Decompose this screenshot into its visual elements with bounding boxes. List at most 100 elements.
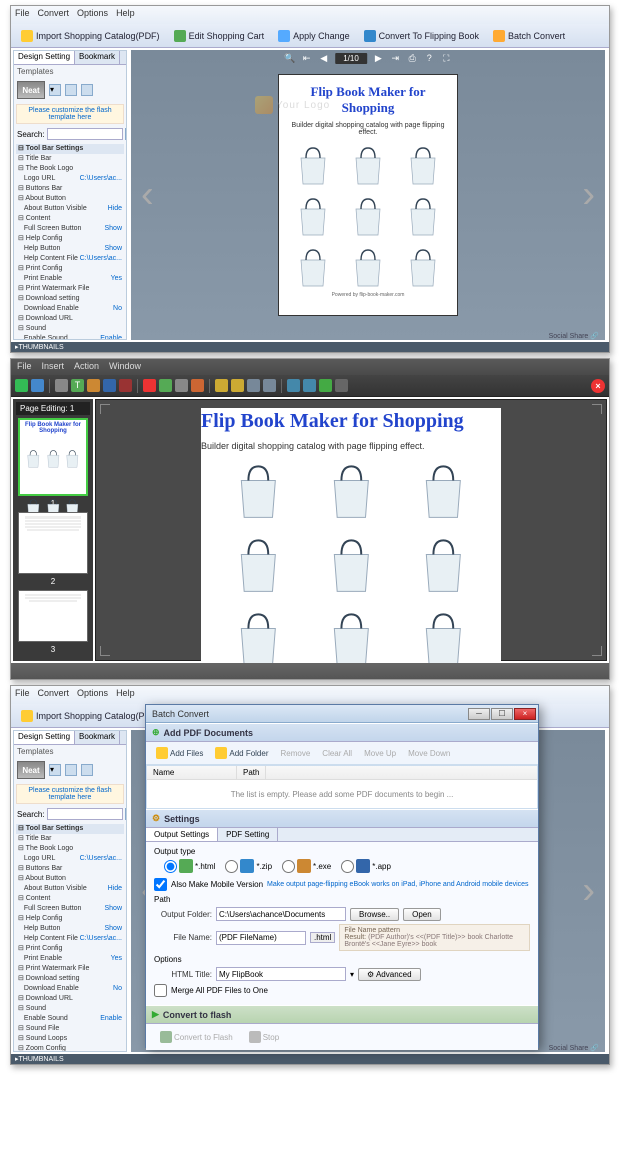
advanced-button[interactable]: ⚙ Advanced [358, 968, 421, 981]
template-selector-3[interactable]: Neat [17, 761, 45, 779]
paste-icon[interactable] [231, 379, 244, 392]
thumb-page-3[interactable] [18, 590, 88, 642]
tab-design[interactable]: Design Setting [14, 51, 75, 64]
template-dropdown-3[interactable]: ▾ [49, 764, 61, 776]
ed-menu-window[interactable]: Window [109, 361, 141, 373]
template-dropdown[interactable]: ▾ [49, 84, 61, 96]
apply-all-icon[interactable] [247, 379, 260, 392]
prev-page-icon[interactable]: ◀ [318, 53, 329, 64]
hotspot-icon[interactable] [119, 379, 132, 392]
nav-next-3[interactable]: › [582, 870, 595, 913]
menu-file[interactable]: File [15, 8, 30, 22]
mobile-checkbox[interactable] [154, 878, 167, 891]
open-button[interactable]: Open [403, 908, 441, 921]
import-button[interactable]: Import Shopping Catalog(PDF) [15, 27, 166, 45]
menu-file-3[interactable]: File [15, 688, 30, 702]
shape-icon[interactable] [103, 379, 116, 392]
social-share-3[interactable]: Social Share 🔗 [549, 1044, 599, 1052]
tab-bookmark-3[interactable]: Bookmark [75, 731, 120, 744]
fullscreen-icon[interactable]: ⛶ [441, 53, 452, 64]
swf-icon[interactable] [159, 379, 172, 392]
nav-prev-arrow[interactable]: ‹ [141, 174, 154, 217]
search-input-3[interactable] [47, 808, 123, 820]
tab-output[interactable]: Output Settings [146, 828, 218, 841]
search-go-icon[interactable] [125, 128, 127, 140]
print-icon[interactable]: ⎙ [407, 53, 418, 64]
output-opt-1[interactable]: *.zip [225, 859, 272, 873]
thumbnail-strip-3[interactable]: ▸ THUMBNAILS [11, 1054, 609, 1064]
first-page-icon[interactable]: ⇤ [301, 53, 312, 64]
video-icon[interactable] [143, 379, 156, 392]
output-opt-2[interactable]: *.exe [282, 859, 331, 873]
batch-button[interactable]: Batch Convert [487, 27, 571, 45]
html-title-input[interactable] [216, 967, 346, 981]
zoom-icon[interactable]: 🔍 [284, 53, 295, 64]
customize-link[interactable]: Please customize the flash template here [16, 104, 124, 124]
settings-tree-3[interactable]: ⊟ Tool Bar Settings⊟ Title Bar⊟ The Book… [14, 822, 126, 1052]
zoom-out-icon[interactable] [303, 379, 316, 392]
filename-input[interactable] [216, 931, 306, 945]
menu-help[interactable]: Help [116, 8, 135, 22]
remove-button[interactable]: Remove [277, 746, 315, 760]
menu-convert-3[interactable]: Convert [38, 688, 70, 702]
convert-flash-button[interactable]: Convert to Flash [156, 1030, 237, 1044]
next-page-icon[interactable]: ▶ [373, 53, 384, 64]
ed-menu-action[interactable]: Action [74, 361, 99, 373]
minimize-icon[interactable]: ─ [468, 708, 490, 720]
thumb-page-2[interactable] [18, 512, 88, 574]
close-editor-icon[interactable]: × [591, 379, 605, 393]
tab-pdf[interactable]: PDF Setting [218, 828, 278, 841]
add-folder-button[interactable]: Add Folder [211, 746, 272, 760]
merge-checkbox[interactable] [154, 984, 167, 997]
copy-icon[interactable] [215, 379, 228, 392]
template-refresh-icon[interactable] [65, 84, 77, 96]
moveup-button[interactable]: Move Up [360, 746, 400, 760]
tab-bookmark[interactable]: Bookmark [75, 51, 120, 64]
menu-help-3[interactable]: Help [116, 688, 135, 702]
import-button-3[interactable]: Import Shopping Catalog(PDF) [15, 707, 166, 725]
button-icon[interactable] [191, 379, 204, 392]
template-save-icon[interactable] [81, 84, 93, 96]
template-selector[interactable]: Neat [17, 81, 45, 99]
ed-menu-insert[interactable]: Insert [42, 361, 65, 373]
menu-options[interactable]: Options [77, 8, 108, 22]
movedown-button[interactable]: Move Down [404, 746, 454, 760]
thumbnail-strip[interactable]: ▸ THUMBNAILS [11, 342, 609, 352]
zoom-in-icon[interactable] [287, 379, 300, 392]
output-folder-input[interactable] [216, 907, 346, 921]
nav-next-arrow[interactable]: › [582, 174, 595, 217]
tab-design-3[interactable]: Design Setting [14, 731, 75, 744]
menu-convert[interactable]: Convert [38, 8, 70, 22]
text-icon[interactable]: T [71, 379, 84, 392]
zoom-fit-icon[interactable] [319, 379, 332, 392]
last-page-icon[interactable]: ⇥ [390, 53, 401, 64]
search-input[interactable] [47, 128, 123, 140]
help-icon[interactable]: ? [424, 53, 435, 64]
customize-link-3[interactable]: Please customize the flash template here [16, 784, 124, 804]
save-exit-icon[interactable] [31, 379, 44, 392]
menu-options-3[interactable]: Options [77, 688, 108, 702]
plus-icon[interactable]: ⊕ [152, 727, 160, 738]
output-opt-0[interactable]: *.html [164, 859, 215, 873]
thumb-page-1[interactable]: Flip Book Maker for Shopping [18, 418, 88, 496]
cart-button[interactable]: Edit Shopping Cart [168, 27, 271, 45]
convert-button[interactable]: Convert To Flipping Book [358, 27, 485, 45]
output-opt-3[interactable]: *.app [341, 859, 391, 873]
clear-button[interactable]: Clear All [318, 746, 356, 760]
settings-tree[interactable]: ⊟ Tool Bar Settings⊟ Title Bar⊟ The Book… [14, 142, 126, 340]
maximize-icon[interactable]: ☐ [491, 708, 513, 720]
image-icon[interactable] [87, 379, 100, 392]
ed-menu-file[interactable]: File [17, 361, 32, 373]
close-icon[interactable]: × [514, 708, 536, 720]
add-files-button[interactable]: Add Files [152, 746, 207, 760]
apply-button[interactable]: Apply Change [272, 27, 356, 45]
delete-icon[interactable] [263, 379, 276, 392]
editor-canvas[interactable]: Flip Book Maker for Shopping Builder dig… [95, 399, 607, 661]
select-icon[interactable] [55, 379, 68, 392]
social-share[interactable]: Social Share 🔗 [549, 332, 599, 340]
stop-button[interactable]: Stop [245, 1030, 283, 1044]
save-icon[interactable] [15, 379, 28, 392]
grid-icon[interactable] [335, 379, 348, 392]
browse-button[interactable]: Browse.. [350, 908, 399, 921]
sound-icon[interactable] [175, 379, 188, 392]
